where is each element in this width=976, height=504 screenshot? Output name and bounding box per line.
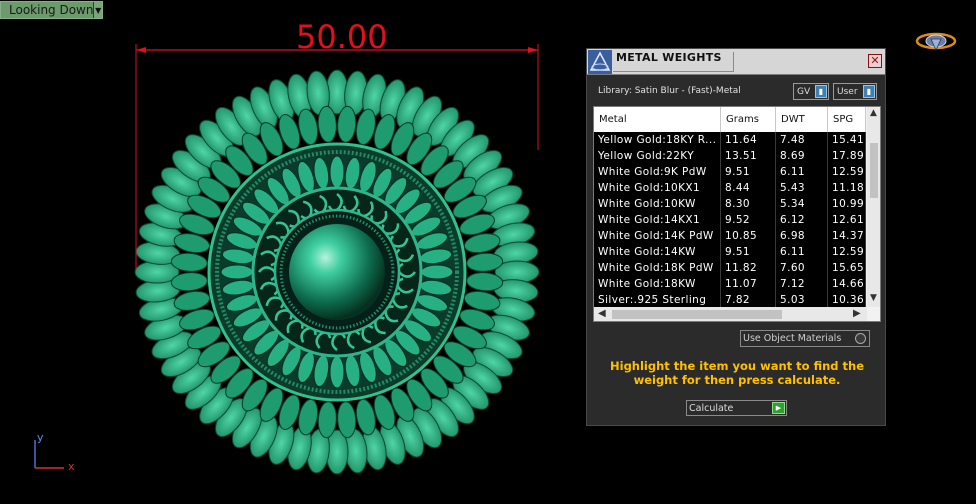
dwt-cell: 5.34: [776, 196, 828, 212]
dwt-cell: 6.11: [776, 244, 828, 260]
metal-cell: White Gold:9K PdW: [594, 164, 721, 180]
table-row[interactable]: Yellow Gold:22KY 13.51 8.69 17.89: [594, 148, 866, 164]
metal-cell: White Gold:14KX1: [594, 212, 721, 228]
dwt-cell: 6.12: [776, 212, 828, 228]
metal-cell: White Gold:18KW: [594, 276, 721, 292]
spg-cell: 10.99: [828, 196, 866, 212]
grams-cell: 11.82: [721, 260, 776, 276]
spg-cell: 12.59: [828, 164, 866, 180]
panel-title: METAL WEIGHTS: [616, 51, 722, 64]
gv-select-value: GV: [797, 86, 811, 97]
spg-cell: 15.41: [828, 132, 866, 148]
dwt-cell: 5.03: [776, 292, 828, 308]
dwt-cell: 7.48: [776, 132, 828, 148]
metal-cell: White Gold:10KW: [594, 196, 721, 212]
vertical-scrollbar[interactable]: ▲ ▼: [867, 107, 880, 307]
scroll-down-icon[interactable]: ▼: [870, 293, 877, 303]
spg-cell: 17.89: [828, 148, 866, 164]
scroll-right-icon[interactable]: ▶: [853, 308, 861, 319]
use-object-materials-toggle[interactable]: Use Object Materials: [740, 330, 870, 347]
close-button[interactable]: ✕: [868, 54, 882, 68]
grams-cell: 10.85: [721, 228, 776, 244]
table-row[interactable]: White Gold:18K PdW 11.82 7.60 15.65: [594, 260, 866, 276]
table-row[interactable]: White Gold:14KW 9.51 6.11 12.59: [594, 244, 866, 260]
metal-weights-panel: METAL WEIGHTS ✕ Library: Satin Blur - (F…: [586, 48, 886, 426]
dwt-cell: 8.69: [776, 148, 828, 164]
grams-cell: 11.07: [721, 276, 776, 292]
grams-cell: 9.51: [721, 164, 776, 180]
horizontal-scrollbar[interactable]: ◀ ▶: [594, 307, 867, 321]
dropdown-icon[interactable]: ▮: [815, 85, 827, 98]
spg-cell: 15.65: [828, 260, 866, 276]
dropdown-icon[interactable]: ▮: [863, 85, 875, 98]
scroll-thumb[interactable]: [612, 310, 782, 319]
dwt-cell: 5.43: [776, 180, 828, 196]
spg-cell: 12.59: [828, 244, 866, 260]
table-row[interactable]: Yellow Gold:18KY R... 11.64 7.48 15.41: [594, 132, 866, 148]
scroll-up-icon[interactable]: ▲: [870, 108, 877, 118]
calculate-label: Calculate: [689, 402, 734, 414]
grams-cell: 9.52: [721, 212, 776, 228]
grams-cell: 8.30: [721, 196, 776, 212]
user-select-value: User: [837, 86, 858, 97]
library-label: Library: Satin Blur - (Fast)-Metal: [598, 86, 741, 96]
metal-cell: White Gold:14KW: [594, 244, 721, 260]
axis-y-label: y: [37, 431, 44, 444]
use-object-materials-label: Use Object Materials: [743, 333, 842, 344]
user-select[interactable]: User ▮: [833, 83, 877, 100]
table-header: Metal Grams DWT SPG: [594, 107, 866, 132]
calculate-button[interactable]: Calculate ▶: [686, 400, 787, 416]
dimension-value: 50.00: [296, 18, 388, 56]
axis-x-label: x: [68, 460, 75, 473]
play-icon: ▶: [772, 402, 785, 414]
spg-cell: 10.36: [828, 292, 866, 308]
dwt-cell: 6.11: [776, 164, 828, 180]
metal-weights-table: Metal Grams DWT SPG Yellow Gold:18KY R..…: [593, 106, 881, 322]
table-body: Yellow Gold:18KY R... 11.64 7.48 15.41 Yello…: [594, 132, 866, 308]
metal-cell: White Gold:10KX1: [594, 180, 721, 196]
dwt-cell: 6.98: [776, 228, 828, 244]
app-logo-icon: [915, 32, 957, 51]
table-row[interactable]: Silver:.925 Sterling 7.82 5.03 10.36: [594, 292, 866, 308]
grams-cell: 9.51: [721, 244, 776, 260]
spg-cell: 14.66: [828, 276, 866, 292]
grams-cell: 11.64: [721, 132, 776, 148]
title-divider: [733, 52, 734, 72]
table-row[interactable]: White Gold:9K PdW 9.51 6.11 12.59: [594, 164, 866, 180]
title-underline: [613, 71, 733, 72]
dwt-cell: 7.12: [776, 276, 828, 292]
gv-select[interactable]: GV ▮: [793, 83, 829, 100]
column-header-spg[interactable]: SPG: [828, 107, 866, 132]
metal-cell: Yellow Gold:22KY: [594, 148, 721, 164]
spg-cell: 11.18: [828, 180, 866, 196]
table-row[interactable]: White Gold:10KW 8.30 5.34 10.99: [594, 196, 866, 212]
column-header-grams[interactable]: Grams: [721, 107, 776, 132]
metal-cell: Silver:.925 Sterling: [594, 292, 721, 308]
grams-cell: 8.44: [721, 180, 776, 196]
spg-cell: 14.37: [828, 228, 866, 244]
metal-cell: White Gold:18K PdW: [594, 260, 721, 276]
table-row[interactable]: White Gold:14KX1 9.52 6.12 12.61: [594, 212, 866, 228]
column-header-metal[interactable]: Metal: [594, 107, 721, 132]
metal-cell: White Gold:14K PdW: [594, 228, 721, 244]
instruction-text: Highlight the item you want to find the …: [610, 359, 864, 387]
panel-header[interactable]: METAL WEIGHTS ✕: [587, 49, 885, 75]
table-row[interactable]: White Gold:18KW 11.07 7.12 14.66: [594, 276, 866, 292]
scroll-thumb[interactable]: [870, 143, 878, 198]
metal-cell: Yellow Gold:18KY R...: [594, 132, 721, 148]
radio-icon[interactable]: [855, 333, 866, 344]
scroll-left-icon[interactable]: ◀: [598, 308, 606, 319]
grams-cell: 7.82: [721, 292, 776, 308]
dwt-cell: 7.60: [776, 260, 828, 276]
table-row[interactable]: White Gold:10KX1 8.44 5.43 11.18: [594, 180, 866, 196]
table-row[interactable]: White Gold:14K PdW 10.85 6.98 14.37: [594, 228, 866, 244]
axis-indicator: y x: [34, 431, 75, 473]
spg-cell: 12.61: [828, 212, 866, 228]
grams-cell: 13.51: [721, 148, 776, 164]
column-header-dwt[interactable]: DWT: [776, 107, 828, 132]
panel-logo-icon: [588, 50, 612, 74]
